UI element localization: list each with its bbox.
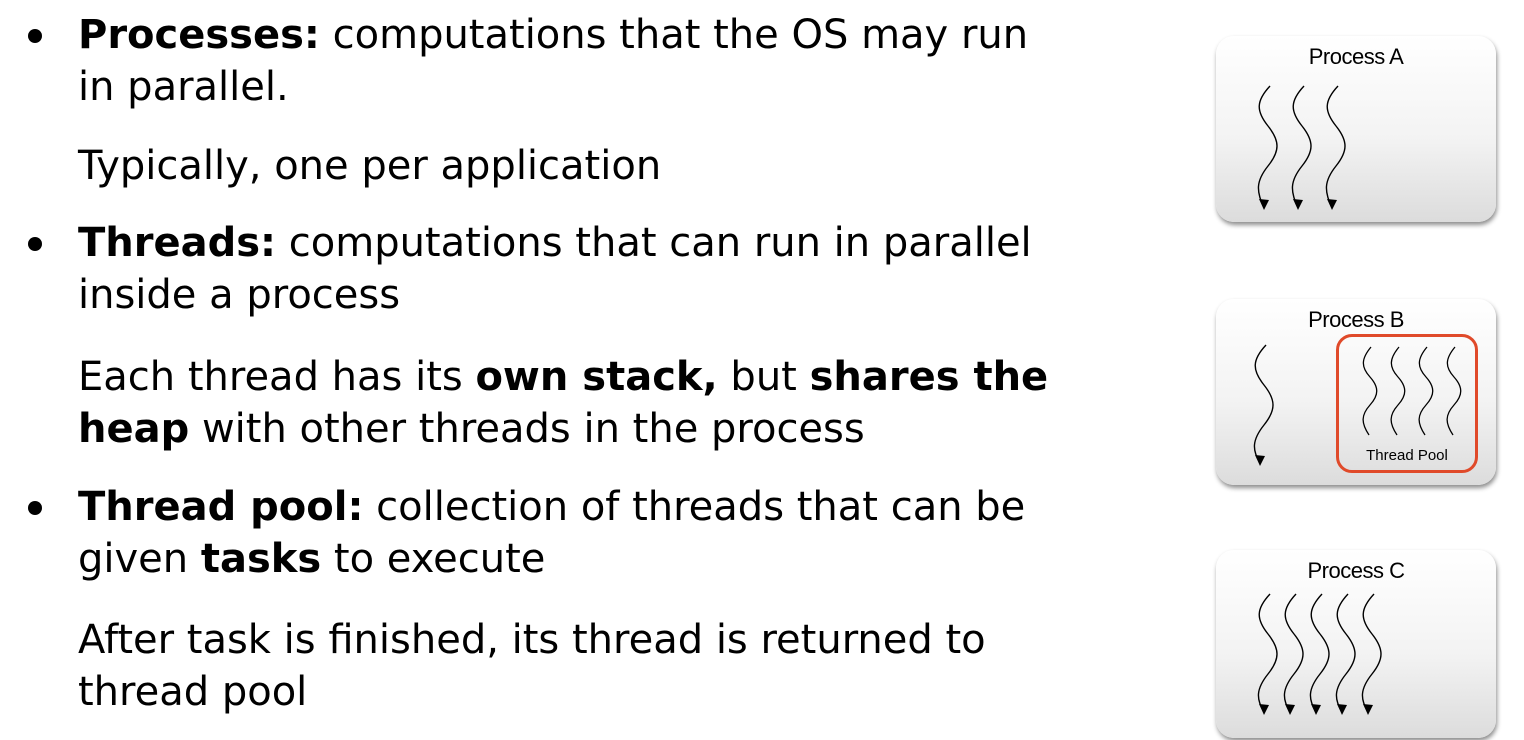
threads-line-1: Threads: computations that can run in pa… bbox=[78, 217, 1032, 269]
thread-arrow-icon bbox=[1361, 593, 1382, 715]
thread-arrow-icon bbox=[1253, 344, 1274, 466]
process-c-threads bbox=[1257, 593, 1382, 715]
process-c-box: Process C bbox=[1216, 550, 1496, 738]
bullet-marker bbox=[28, 501, 42, 515]
threadpool-note-line-2: thread pool bbox=[78, 669, 308, 715]
bullet-list: Processes: computations that the OS may … bbox=[0, 0, 1150, 740]
processes-term: Processes: bbox=[78, 12, 320, 58]
thread-pool-frame: Thread Pool bbox=[1336, 334, 1478, 473]
threads-note-line-2: heap with other threads in the process bbox=[78, 403, 865, 455]
threads-definition: computations that can run in parallel bbox=[276, 220, 1032, 266]
threads-note-f: with other threads in the process bbox=[189, 406, 865, 452]
threads-note-heap: heap bbox=[78, 406, 190, 452]
threads-note-shares: shares the bbox=[809, 354, 1049, 400]
threads-line-2: inside a process bbox=[78, 272, 401, 318]
thread-arrow-icon bbox=[1335, 593, 1356, 715]
threads-note-line-1: Each thread has its own stack, but share… bbox=[78, 351, 1048, 403]
process-a-threads bbox=[1257, 85, 1346, 210]
thread-arrow-icon bbox=[1325, 85, 1346, 210]
threadpool-execute: to execute bbox=[321, 536, 546, 582]
threadpool-line-2: given tasks to execute bbox=[78, 533, 545, 585]
processes-definition: computations that the OS may run bbox=[319, 12, 1029, 58]
threadpool-note-line-1: After task is finished, its thread is re… bbox=[78, 617, 986, 663]
threadpool-tasks: tasks bbox=[200, 536, 322, 582]
bullet-marker bbox=[28, 29, 42, 43]
threads-term: Threads: bbox=[78, 220, 277, 266]
threads-note-c: but bbox=[717, 354, 810, 400]
thread-arrow-icon bbox=[1309, 593, 1330, 715]
process-b-box: Process B Thread Pool bbox=[1216, 299, 1496, 485]
processes-line-2: in parallel. bbox=[78, 64, 289, 110]
bullet-marker bbox=[28, 237, 42, 251]
thread-arrow-icon bbox=[1291, 85, 1312, 210]
threadpool-definition: collection of threads that can be bbox=[363, 484, 1026, 530]
threadpool-term: Thread pool: bbox=[78, 484, 364, 530]
processes-note: Typically, one per application bbox=[78, 143, 662, 189]
threads-note-a: Each thread has its bbox=[78, 354, 476, 400]
thread-arrow-icon bbox=[1257, 85, 1278, 210]
process-a-box: Process A bbox=[1216, 36, 1496, 222]
thread-pool-label: Thread Pool bbox=[1366, 447, 1448, 464]
thread-arrow-icon bbox=[1257, 593, 1278, 715]
threadpool-line-1: Thread pool: collection of threads that … bbox=[78, 481, 1025, 533]
thread-arrow-icon bbox=[1283, 593, 1304, 715]
threads-note-own-stack: own stack, bbox=[475, 354, 718, 400]
threadpool-given: given bbox=[78, 536, 201, 582]
processes-line-1: Processes: computations that the OS may … bbox=[78, 9, 1028, 61]
